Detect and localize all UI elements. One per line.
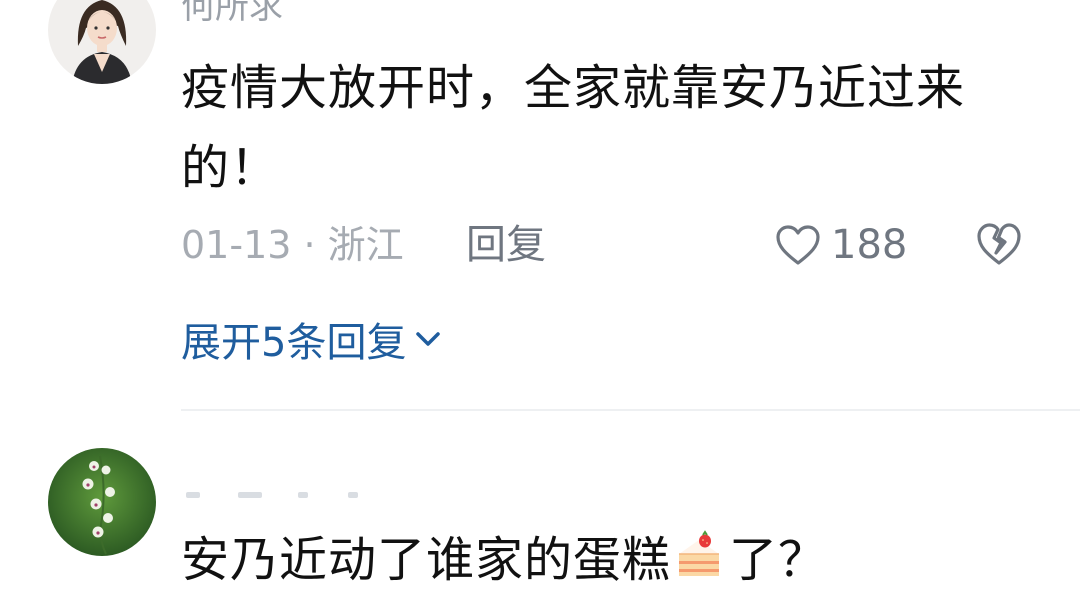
comment-text-after-emoji: 了？ bbox=[729, 532, 828, 588]
comment-username[interactable]: 何所求 bbox=[181, 0, 283, 24]
expand-replies-button[interactable]: 展开5条回复 bbox=[181, 312, 442, 366]
cake-icon bbox=[673, 530, 725, 582]
comment-text: 疫情大放开时，全家就靠安乃近过来的！ bbox=[181, 60, 966, 196]
comment-divider bbox=[181, 409, 1080, 411]
comment-username-obscured[interactable] bbox=[186, 490, 376, 504]
comment-meta: 01-13 · 浙江 回复 188 bbox=[181, 220, 1041, 270]
comment-date-location: 01-13 · 浙江 bbox=[181, 223, 404, 267]
like-count: 188 bbox=[831, 222, 908, 268]
comment-text-before-emoji: 安乃近动了谁家的蛋糕 bbox=[181, 532, 672, 588]
chevron-down-icon bbox=[406, 329, 442, 349]
like-button[interactable]: 188 bbox=[775, 220, 907, 270]
heart-icon bbox=[775, 224, 821, 266]
comment-text: 安乃近动了谁家的蛋糕 了？ bbox=[181, 520, 1011, 600]
expand-replies-label: 展开5条回复 bbox=[181, 320, 407, 366]
reply-button[interactable]: 回复 bbox=[466, 220, 546, 270]
avatar[interactable] bbox=[48, 448, 156, 556]
avatar[interactable] bbox=[48, 0, 156, 84]
broken-heart-icon bbox=[975, 221, 1023, 267]
dislike-button[interactable] bbox=[975, 221, 1023, 267]
